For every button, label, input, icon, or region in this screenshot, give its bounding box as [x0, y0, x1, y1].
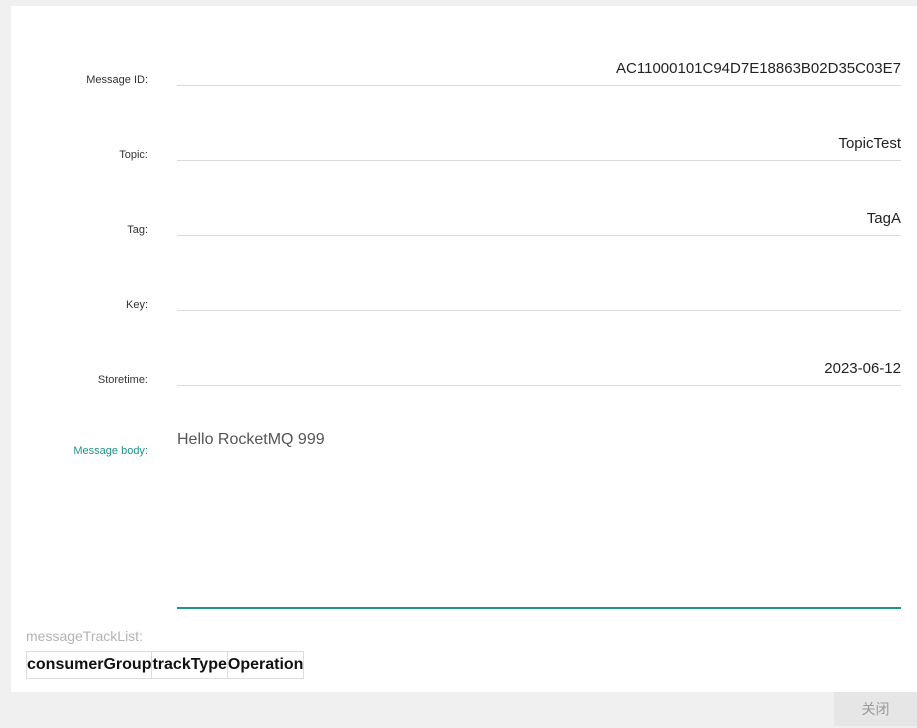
- track-list-table: consumerGroup trackType Operation: [25, 651, 305, 679]
- message-detail-dialog: × Message ID: AC11000101C94D7E18863B02D3…: [11, 2, 917, 692]
- topic-value: TopicTest: [838, 135, 901, 152]
- column-header-operation: Operation: [226, 651, 305, 679]
- message-body-text: Hello RocketMQ 999: [177, 431, 325, 448]
- topic-row: Topic: TopicTest: [11, 121, 917, 161]
- topic-label: Topic:: [119, 149, 148, 161]
- column-header-track-type: trackType: [151, 651, 228, 679]
- storetime-label: Storetime:: [97, 374, 148, 386]
- storetime-value: 2023-06-12: [824, 360, 901, 377]
- storetime-field[interactable]: 2023-06-12: [177, 355, 901, 386]
- message-body-textarea[interactable]: Hello RocketMQ 999: [177, 429, 901, 609]
- close-button[interactable]: 关闭: [834, 692, 917, 726]
- topic-field[interactable]: TopicTest: [177, 130, 901, 161]
- tag-row: Tag: TagA: [11, 196, 917, 236]
- key-field[interactable]: [177, 280, 901, 311]
- storetime-row: Storetime: 2023-06-12: [11, 346, 917, 386]
- track-list-label: messageTrackList:: [26, 628, 143, 644]
- message-id-row: Message ID: AC11000101C94D7E18863B02D35C…: [11, 46, 917, 86]
- track-list-header-row: consumerGroup trackType Operation: [25, 651, 305, 679]
- column-header-consumer-group: consumerGroup: [25, 651, 153, 679]
- message-body-label: Message body:: [73, 445, 148, 457]
- message-id-value: AC11000101C94D7E18863B02D35C03E7: [616, 60, 901, 77]
- key-label: Key:: [125, 299, 148, 311]
- tag-value: TagA: [866, 210, 901, 227]
- message-id-label: Message ID:: [86, 74, 148, 86]
- tag-label: Tag:: [127, 224, 148, 236]
- message-id-field[interactable]: AC11000101C94D7E18863B02D35C03E7: [177, 55, 901, 86]
- tag-field[interactable]: TagA: [177, 205, 901, 236]
- key-row: Key:: [11, 271, 917, 311]
